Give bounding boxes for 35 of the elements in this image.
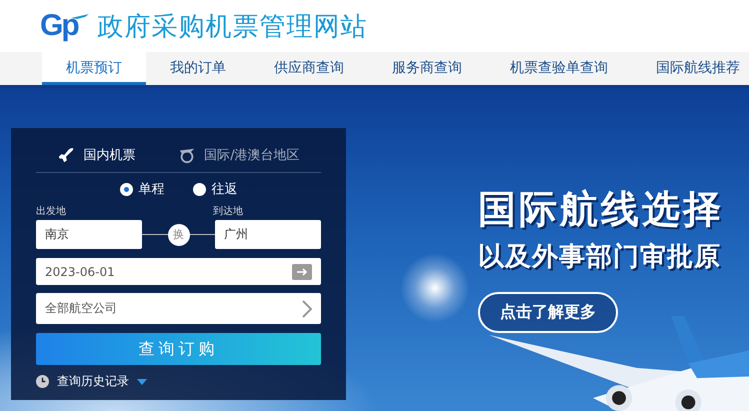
radio-label: 往返 — [212, 181, 238, 198]
airplane-icon — [57, 146, 76, 164]
airline-select[interactable]: 全部航空公司 — [36, 293, 321, 324]
nav-tab[interactable]: 国际航线推荐 — [632, 52, 749, 85]
origin-field[interactable]: 南京 — [36, 220, 142, 249]
nav-tab[interactable]: 供应商查询 — [250, 52, 368, 85]
caret-down-icon — [137, 378, 147, 384]
date-value: 2023-06-01 — [45, 264, 115, 278]
field-label: 到达地 — [213, 204, 243, 218]
history-link[interactable]: 查询历史记录 — [36, 373, 321, 390]
clock-icon — [36, 375, 49, 388]
site-title: 政府采购机票管理网站 — [98, 10, 368, 44]
destination-field[interactable]: 广州 — [215, 220, 321, 249]
field-label: 出发地 — [36, 204, 66, 218]
trip-tab[interactable]: 国内机票 — [57, 146, 136, 164]
date-field[interactable]: 2023-06-01 — [36, 258, 321, 285]
calendar-icon — [292, 264, 312, 280]
trip-tab[interactable]: 国际/港澳台地区 — [178, 146, 300, 164]
banner-subline: 以及外事部门审批原 — [478, 241, 721, 274]
airline-value: 全部航空公司 — [45, 300, 117, 317]
chevron-right-icon — [302, 300, 312, 318]
logo: Gp — [40, 8, 90, 44]
globe-plane-icon — [178, 146, 196, 164]
learn-more-button[interactable]: 点击了解更多 — [478, 292, 618, 333]
nav-tab[interactable]: 机票查验单查询 — [486, 52, 632, 85]
trip-type-radio[interactable]: 往返 — [192, 180, 238, 198]
radio-label: 单程 — [138, 181, 164, 198]
nav-tab[interactable]: 服务商查询 — [368, 52, 486, 85]
banner-headline: 国际航线选择 — [478, 186, 724, 233]
nav-tab[interactable]: 机票预订 — [42, 52, 146, 85]
trip-type-radio[interactable]: 单程 — [120, 180, 164, 198]
nav-tab[interactable]: 我的订单 — [146, 52, 250, 85]
radio-circle[interactable] — [192, 182, 206, 196]
radio-circle[interactable] — [120, 182, 132, 196]
swap-button[interactable]: 换 — [168, 224, 190, 246]
